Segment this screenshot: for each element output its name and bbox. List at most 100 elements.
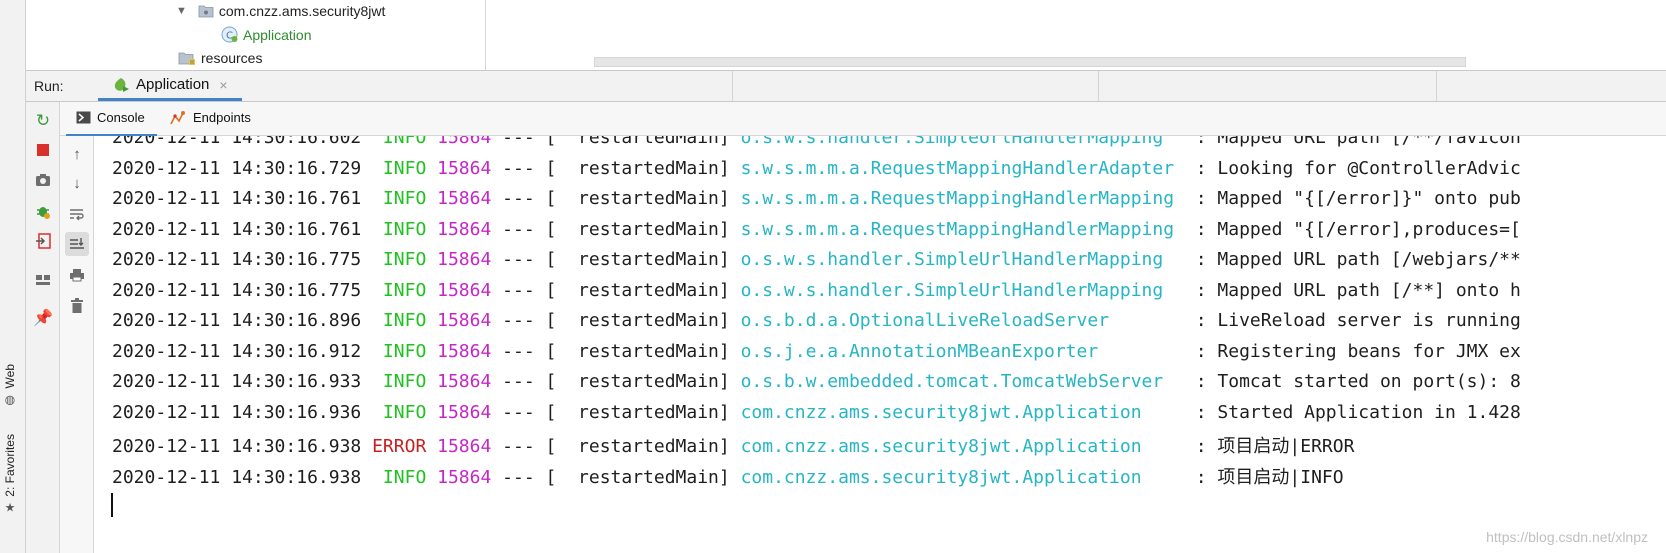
restore-layout-button[interactable] (31, 229, 55, 253)
console-toolbar: ↑ ↓ (60, 136, 94, 553)
log-logger[interactable]: o.s.b.w.embedded.tomcat.TomcatWebServer (741, 371, 1185, 392)
log-pid: 15864 (437, 341, 492, 362)
trash-icon (71, 297, 83, 313)
tree-item-resources-label: resources (201, 50, 263, 66)
console-output[interactable]: 2020-12-11 14:30:16.602 INFO 15864 --- [… (94, 136, 1666, 553)
tree-item-resources[interactable]: resources (178, 50, 262, 66)
log-thread: restartedMain] (578, 188, 741, 209)
log-message: : Mapped URL path [/webjars/** (1184, 249, 1521, 270)
log-timestamp: 2020-12-11 14:30:16.775 (112, 280, 362, 301)
log-level: INFO (372, 310, 427, 331)
log-line: 2020-12-11 14:30:16.938 INFO 15864 --- [… (112, 463, 1344, 494)
log-timestamp: 2020-12-11 14:30:16.761 (112, 188, 362, 209)
clear-all-button[interactable] (65, 293, 89, 317)
log-logger[interactable]: com.cnzz.ams.security8jwt.Application (741, 467, 1185, 488)
log-message: : Mapped "{[/error],produces=[ (1184, 219, 1521, 240)
log-level: INFO (372, 188, 427, 209)
log-level: INFO (372, 158, 427, 179)
log-message: : Looking for @ControllerAdvic (1184, 158, 1521, 179)
stop-button[interactable] (31, 138, 55, 162)
log-logger[interactable]: s.w.s.m.m.a.RequestMappingHandlerAdapter (741, 158, 1185, 179)
scroll-to-end-icon (70, 238, 84, 249)
log-thread: restartedMain] (578, 467, 741, 488)
log-pid: 15864 (437, 280, 492, 301)
log-line: 2020-12-11 14:30:16.896 INFO 15864 --- [… (112, 310, 1521, 341)
log-pid: 15864 (437, 219, 492, 240)
star-icon: ★ (3, 500, 17, 515)
tree-item-package-label: com.cnzz.ams.security8jwt (218, 3, 386, 19)
tab-console-label: Console (97, 110, 145, 125)
log-logger[interactable]: o.s.w.s.handler.SimpleUrlHandlerMapping (741, 280, 1185, 301)
log-logger[interactable]: o.s.w.s.handler.SimpleUrlHandlerMapping (741, 136, 1185, 148)
log-logger[interactable]: o.s.b.d.a.OptionalLiveReloadServer (741, 310, 1185, 331)
log-pid: 15864 (437, 371, 492, 392)
close-icon[interactable]: × (219, 77, 227, 93)
pin-button[interactable]: 📌 (31, 306, 55, 330)
expand-arrow-icon[interactable]: ▼ (176, 5, 187, 17)
scroll-up-button[interactable]: ↑ (65, 142, 89, 166)
log-thread: restartedMain] (578, 219, 741, 240)
log-level: INFO (372, 136, 427, 148)
log-separator: --- [ (491, 219, 579, 240)
debug-button[interactable] (31, 199, 55, 223)
log-timestamp: 2020-12-11 14:30:16.729 (112, 158, 362, 179)
log-pid: 15864 (437, 188, 492, 209)
log-pid: 15864 (437, 402, 492, 423)
log-timestamp: 2020-12-11 14:30:16.936 (112, 402, 362, 423)
log-level: INFO (372, 219, 427, 240)
favorites-side-tab-label: 2: Favorites (3, 434, 17, 497)
tab-console[interactable]: Console (66, 110, 157, 136)
tree-item-package[interactable]: ▼ com.cnzz.ams.security8jwt (176, 3, 385, 19)
web-side-tab[interactable]: ◍ Web (3, 364, 17, 406)
log-line: 2020-12-11 14:30:16.729 INFO 15864 --- [… (112, 158, 1521, 189)
log-level: INFO (372, 371, 427, 392)
endpoints-icon (170, 111, 185, 125)
log-thread: restartedMain] (578, 280, 741, 301)
log-line: 2020-12-11 14:30:16.936 INFO 15864 --- [… (112, 402, 1521, 433)
log-timestamp: 2020-12-11 14:30:16.761 (112, 219, 362, 240)
horizontal-scrollbar[interactable] (594, 57, 1466, 67)
layout-button[interactable] (31, 268, 55, 292)
log-timestamp: 2020-12-11 14:30:16.775 (112, 249, 362, 270)
log-logger[interactable]: s.w.s.m.m.a.RequestMappingHandlerMapping (741, 188, 1185, 209)
log-level: INFO (372, 402, 427, 423)
log-level: INFO (372, 341, 427, 362)
login-icon (36, 233, 51, 249)
print-button[interactable] (65, 263, 89, 287)
log-separator: --- [ (491, 188, 579, 209)
run-tab-application[interactable]: Application × (98, 71, 242, 101)
log-line: 2020-12-11 14:30:16.938 ERROR 15864 --- … (112, 432, 1354, 463)
run-tab-label: Application (136, 76, 210, 93)
log-separator: --- [ (491, 467, 579, 488)
arrow-up-icon: ↑ (73, 145, 81, 163)
log-line: 2020-12-11 14:30:16.933 INFO 15864 --- [… (112, 371, 1521, 402)
log-level: ERROR (372, 436, 427, 457)
log-separator: --- [ (491, 341, 579, 362)
log-thread: restartedMain] (578, 402, 741, 423)
log-line: 2020-12-11 14:30:16.602 INFO 15864 --- [… (112, 136, 1521, 158)
text-caret (111, 493, 113, 517)
log-logger[interactable]: o.s.j.e.a.AnnotationMBeanExporter (741, 341, 1185, 362)
favorites-side-tab[interactable]: ★ 2: Favorites (3, 434, 17, 515)
soft-wrap-button[interactable] (65, 202, 89, 226)
spring-class-icon: C (221, 26, 238, 43)
log-logger[interactable]: o.s.w.s.handler.SimpleUrlHandlerMapping (741, 249, 1185, 270)
log-logger[interactable]: com.cnzz.ams.security8jwt.Application (741, 436, 1185, 457)
log-logger[interactable]: s.w.s.m.m.a.RequestMappingHandlerMapping (741, 219, 1185, 240)
log-timestamp: 2020-12-11 14:30:16.938 (112, 467, 362, 488)
tree-item-application[interactable]: C Application (221, 26, 312, 43)
rerun-button[interactable]: ↻ (31, 109, 55, 133)
log-line: 2020-12-11 14:30:16.775 INFO 15864 --- [… (112, 249, 1521, 280)
scroll-down-button[interactable]: ↓ (65, 171, 89, 195)
tab-endpoints-label: Endpoints (193, 110, 251, 125)
scroll-to-end-button[interactable] (65, 232, 89, 256)
log-pid: 15864 (437, 158, 492, 179)
screenshot-button[interactable] (31, 168, 55, 192)
log-logger[interactable]: com.cnzz.ams.security8jwt.Application (741, 402, 1185, 423)
log-pid: 15864 (437, 436, 492, 457)
rerun-icon: ↻ (35, 111, 51, 130)
tab-endpoints[interactable]: Endpoints (170, 110, 251, 125)
log-message: : LiveReload server is running (1184, 310, 1521, 331)
log-pid: 15864 (437, 136, 492, 148)
log-timestamp: 2020-12-11 14:30:16.602 (112, 136, 362, 148)
